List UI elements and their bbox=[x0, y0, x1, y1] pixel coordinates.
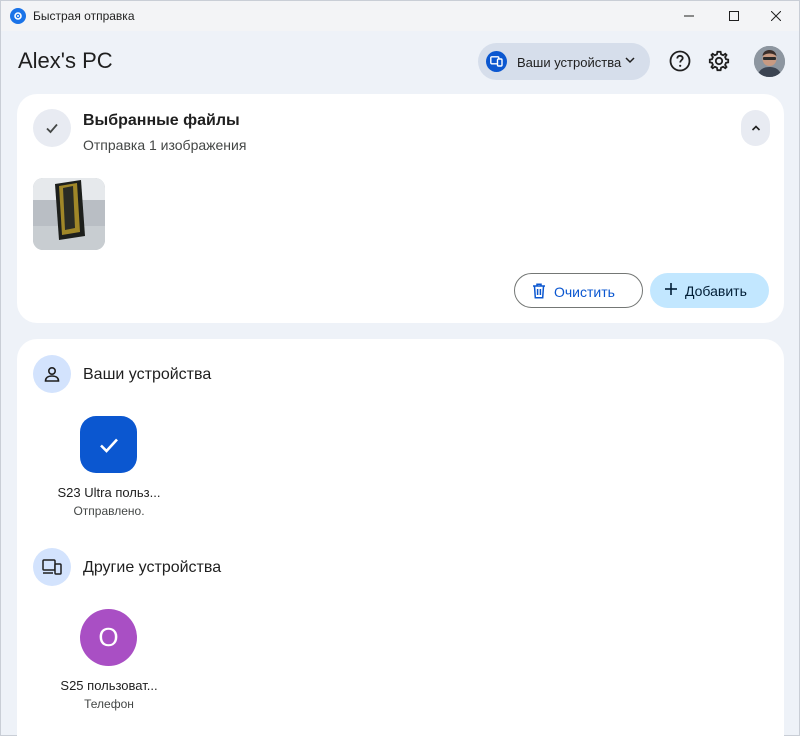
devices-dropdown-label: Ваши устройства bbox=[517, 55, 622, 70]
chevron-up-icon bbox=[751, 125, 760, 131]
selected-files-subtitle: Отправка 1 изображения bbox=[83, 137, 247, 153]
gear-icon bbox=[708, 50, 730, 72]
check-icon bbox=[33, 109, 71, 147]
title-bar: Быстрая отправка bbox=[1, 1, 799, 31]
image-thumbnail[interactable] bbox=[33, 178, 105, 250]
close-button[interactable] bbox=[753, 1, 799, 31]
device-avatar: O bbox=[80, 609, 137, 666]
minimize-button[interactable] bbox=[666, 1, 712, 31]
quick-share-icon bbox=[10, 8, 26, 24]
trash-icon bbox=[533, 283, 545, 299]
device-status: Отправлено. bbox=[73, 504, 145, 518]
sent-check-icon bbox=[80, 416, 137, 473]
devices-icon bbox=[33, 548, 71, 586]
help-icon bbox=[669, 50, 691, 72]
close-icon bbox=[771, 11, 781, 21]
add-button[interactable]: Добавить bbox=[650, 273, 769, 308]
device-status: Телефон bbox=[84, 697, 134, 711]
chevron-down-icon bbox=[625, 57, 635, 64]
app-window: Быстрая отправка Alex's PC Ваши устройст… bbox=[0, 0, 800, 736]
help-button[interactable] bbox=[668, 49, 692, 73]
clear-button-label: Очистить bbox=[554, 284, 615, 300]
pc-name: Alex's PC bbox=[18, 48, 113, 73]
account-avatar[interactable] bbox=[754, 46, 785, 77]
minimize-icon bbox=[684, 15, 694, 17]
maximize-button[interactable] bbox=[711, 1, 757, 31]
selected-files-title: Выбранные файлы bbox=[83, 112, 240, 129]
plus-icon bbox=[665, 283, 677, 295]
maximize-icon bbox=[729, 11, 739, 21]
devices-icon bbox=[486, 51, 507, 72]
add-button-label: Добавить bbox=[685, 283, 747, 299]
person-icon bbox=[33, 355, 71, 393]
device-name: S23 Ultra польз... bbox=[57, 485, 161, 500]
devices-card: Ваши устройства S23 Ultra польз... Отпра… bbox=[17, 339, 784, 736]
device-name: S25 пользоват... bbox=[60, 678, 158, 693]
window-title: Быстрая отправка bbox=[33, 9, 135, 23]
clear-button[interactable]: Очистить bbox=[514, 273, 643, 308]
settings-button[interactable] bbox=[707, 49, 731, 73]
selected-files-card: Выбранные файлы Отправка 1 изображения О… bbox=[17, 94, 784, 323]
your-devices-title: Ваши устройства bbox=[83, 366, 212, 383]
collapse-button[interactable] bbox=[741, 110, 770, 146]
other-devices-title: Другие устройства bbox=[83, 559, 222, 576]
devices-dropdown[interactable]: Ваши устройства bbox=[478, 43, 650, 80]
